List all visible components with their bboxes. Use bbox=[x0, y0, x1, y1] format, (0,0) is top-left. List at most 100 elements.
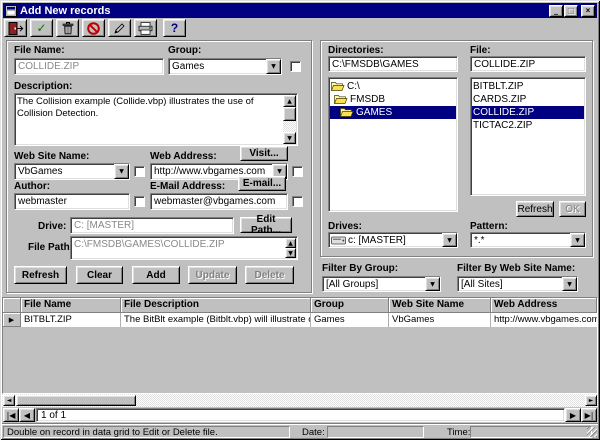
scroll-thumb[interactable] bbox=[16, 395, 136, 406]
cancel-button[interactable] bbox=[82, 19, 105, 37]
email-checkbox[interactable] bbox=[292, 196, 303, 207]
maximize-button[interactable]: □ bbox=[564, 5, 578, 17]
add-button[interactable]: Add bbox=[132, 266, 180, 284]
directory-item-selected[interactable]: GAMES bbox=[330, 106, 456, 119]
chevron-down-icon[interactable]: ▼ bbox=[425, 277, 440, 291]
resize-grip[interactable] bbox=[587, 427, 597, 437]
author-field[interactable]: webmaster bbox=[14, 193, 130, 210]
nav-first-button[interactable]: |◀ bbox=[3, 408, 19, 422]
folder-open-icon bbox=[331, 81, 345, 92]
directory-item[interactable]: C:\ bbox=[330, 80, 456, 93]
cell-file-name[interactable]: BITBLT.ZIP bbox=[21, 313, 121, 327]
file-name-field[interactable]: COLLIDE.ZIP bbox=[14, 58, 164, 75]
directory-item[interactable]: FMSDB bbox=[330, 93, 456, 106]
file-item-selected[interactable]: COLLIDE.ZIP bbox=[472, 106, 584, 119]
grid-column-header[interactable]: Web Site Name bbox=[389, 298, 491, 313]
file-path-scrollbar[interactable]: ▲ ▼ bbox=[285, 238, 296, 258]
description-label: Description: bbox=[14, 81, 72, 92]
filter-group-combobox[interactable]: [All Groups] ▼ bbox=[322, 276, 441, 292]
exit-button[interactable] bbox=[4, 19, 27, 37]
titlebar[interactable]: Add New records _ □ × bbox=[3, 3, 597, 18]
file-name-browser-field[interactable]: COLLIDE.ZIP bbox=[470, 56, 586, 72]
nav-position-panel: 1 of 1 bbox=[36, 408, 565, 422]
row-selector-arrow-icon[interactable]: ▶ bbox=[3, 313, 21, 327]
drive-field[interactable]: C: [MASTER] bbox=[70, 217, 234, 234]
chevron-down-icon[interactable]: ▼ bbox=[114, 164, 129, 179]
update-button[interactable]: Update bbox=[188, 266, 237, 284]
app-icon bbox=[5, 5, 17, 17]
author-checkbox[interactable] bbox=[134, 196, 145, 207]
scroll-up-icon[interactable]: ▲ bbox=[283, 95, 296, 107]
no-entry-icon bbox=[87, 22, 100, 35]
clear-button[interactable]: Clear bbox=[76, 266, 123, 284]
description-textarea[interactable]: The Collision example (Collide.vbp) illu… bbox=[14, 93, 298, 146]
pattern-combobox[interactable]: *.* ▼ bbox=[470, 232, 586, 248]
close-button[interactable]: × bbox=[581, 5, 595, 17]
refresh-button[interactable]: Refresh bbox=[14, 266, 67, 284]
nav-last-button[interactable]: ▶| bbox=[581, 408, 597, 422]
data-grid[interactable]: File Name File Description Group Web Sit… bbox=[2, 297, 598, 394]
web-site-name-combobox[interactable]: VbGames ▼ bbox=[14, 163, 130, 180]
drive-label: Drive: bbox=[38, 221, 66, 232]
chevron-down-icon[interactable]: ▼ bbox=[562, 277, 577, 291]
chevron-down-icon[interactable]: ▼ bbox=[266, 59, 281, 74]
directories-listbox[interactable]: C:\ FMSDB GAMES bbox=[328, 77, 458, 212]
print-button[interactable] bbox=[134, 19, 157, 37]
directories-label: Directories: bbox=[328, 45, 384, 56]
filter-site-combobox[interactable]: [All Sites] ▼ bbox=[457, 276, 578, 292]
delete-record-button[interactable]: Delete bbox=[245, 266, 294, 284]
cell-file-description[interactable]: The BitBlt example (Bitblt.vbp) will ill… bbox=[121, 313, 311, 327]
web-address-checkbox[interactable] bbox=[292, 166, 303, 177]
edit-path-button[interactable]: Edit Path... bbox=[240, 217, 292, 233]
nav-next-button[interactable]: ▶ bbox=[565, 408, 581, 422]
group-checkbox[interactable] bbox=[290, 61, 301, 72]
drives-label: Drives: bbox=[328, 221, 362, 232]
directories-path-field[interactable]: C:\FMSDB\GAMES bbox=[328, 56, 458, 72]
grid-column-header[interactable]: Web Address bbox=[491, 298, 597, 313]
help-button[interactable]: ? bbox=[163, 19, 186, 37]
file-item[interactable]: TICTAC2.ZIP bbox=[472, 119, 584, 132]
email-field[interactable]: webmaster@vbgames.com bbox=[150, 193, 288, 210]
cell-web-address[interactable]: http://www.vbgames.com bbox=[491, 313, 597, 327]
status-message: Double on record in data grid to Edit or… bbox=[7, 427, 218, 438]
grid-horizontal-scrollbar[interactable]: ◄ ► bbox=[2, 394, 598, 407]
delete-button[interactable] bbox=[56, 19, 79, 37]
table-row[interactable]: ▶ BITBLT.ZIP The BitBlt example (Bitblt.… bbox=[3, 313, 597, 327]
author-label: Author: bbox=[14, 181, 50, 192]
cell-group[interactable]: Games bbox=[311, 313, 389, 327]
status-bar: Double on record in data grid to Edit or… bbox=[2, 423, 598, 438]
files-listbox[interactable]: BITBLT.ZIP CARDS.ZIP COLLIDE.ZIP TICTAC2… bbox=[470, 77, 586, 196]
cell-web-site-name[interactable]: VbGames bbox=[389, 313, 491, 327]
email-button[interactable]: E-mail... bbox=[238, 176, 286, 191]
scroll-right-icon[interactable]: ► bbox=[585, 395, 597, 406]
scroll-up-icon[interactable]: ▲ bbox=[285, 238, 296, 248]
ok-button[interactable]: OK bbox=[559, 201, 586, 217]
scroll-down-icon[interactable]: ▼ bbox=[283, 132, 296, 144]
file-path-field[interactable]: C:\FMSDB\GAMES\COLLIDE.ZIP ▲ ▼ bbox=[70, 236, 298, 260]
drives-combobox[interactable]: c: [MASTER] ▼ bbox=[328, 232, 458, 248]
web-site-name-label: Web Site Name: bbox=[14, 151, 89, 162]
exit-door-icon bbox=[8, 22, 24, 35]
confirm-button[interactable]: ✓ bbox=[30, 19, 53, 37]
edit-button[interactable] bbox=[108, 19, 131, 37]
scroll-left-icon[interactable]: ◄ bbox=[3, 395, 15, 406]
scroll-thumb[interactable] bbox=[283, 107, 296, 121]
group-combobox[interactable]: Games ▼ bbox=[168, 58, 282, 75]
minimize-button[interactable]: _ bbox=[549, 5, 563, 17]
visit-button[interactable]: Visit... bbox=[240, 146, 288, 161]
description-scrollbar[interactable]: ▲ ▼ bbox=[283, 95, 296, 144]
grid-column-header[interactable]: Group bbox=[311, 298, 389, 313]
chevron-down-icon[interactable]: ▼ bbox=[442, 233, 457, 247]
grid-column-header[interactable]: File Name bbox=[21, 298, 121, 313]
file-item[interactable]: BITBLT.ZIP bbox=[472, 80, 584, 93]
web-address-label: Web Address: bbox=[150, 151, 217, 162]
scroll-down-icon[interactable]: ▼ bbox=[285, 248, 296, 258]
file-item[interactable]: CARDS.ZIP bbox=[472, 93, 584, 106]
trash-icon bbox=[62, 22, 74, 35]
grid-column-header[interactable]: File Description bbox=[121, 298, 311, 313]
web-site-name-checkbox[interactable] bbox=[134, 166, 145, 177]
pattern-label: Pattern: bbox=[470, 221, 508, 232]
browser-refresh-button[interactable]: Refresh bbox=[516, 201, 554, 217]
chevron-down-icon[interactable]: ▼ bbox=[570, 233, 585, 247]
nav-prev-button[interactable]: ◀ bbox=[19, 408, 35, 422]
